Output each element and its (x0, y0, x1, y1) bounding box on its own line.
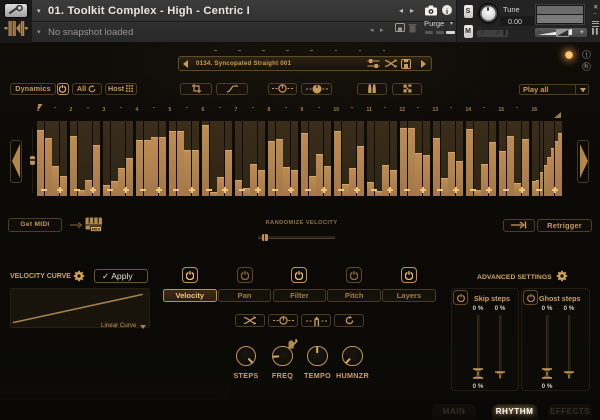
svg-text:MIDI: MIDI (92, 227, 100, 232)
